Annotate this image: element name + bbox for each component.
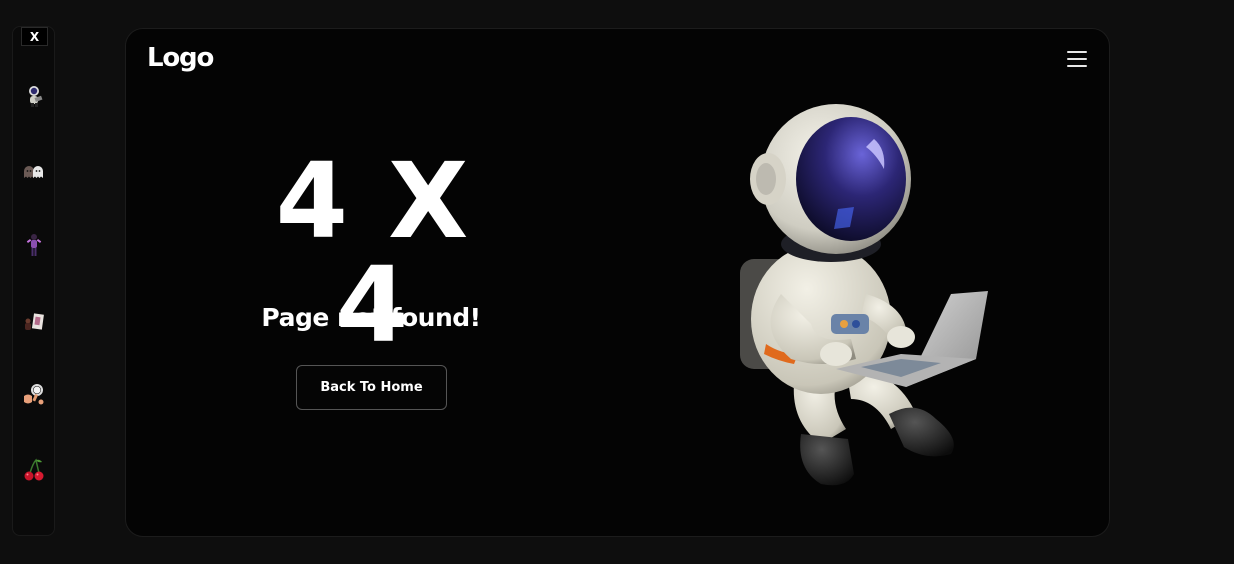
thumbnail-ghosts[interactable]	[19, 157, 49, 187]
astronaut-illustration	[740, 104, 988, 486]
error-subtitle: Page not found!	[261, 303, 481, 332]
thumbnail-figure-card[interactable]	[19, 307, 49, 337]
thumbnail-character[interactable]	[19, 230, 49, 260]
back-to-home-button[interactable]: Back To Home	[296, 365, 447, 410]
not-found-card: Logo 4 X 4 Page not found! Back To Home	[125, 28, 1110, 537]
figure-card-thumb-icon	[25, 313, 44, 330]
character-thumb-icon	[26, 234, 42, 256]
ghosts-thumb-icon	[24, 166, 43, 178]
hamburger-menu-icon[interactable]	[1067, 51, 1087, 69]
hand-magnifier-thumb-icon	[24, 384, 44, 405]
logo[interactable]: Logo	[147, 43, 214, 73]
cherry-thumb-icon	[24, 458, 44, 481]
thumbnail-astronaut[interactable]	[19, 81, 49, 111]
astronaut-thumb-icon	[29, 86, 43, 107]
thumbnail-cherry[interactable]	[19, 455, 49, 485]
thumbnail-sidebar: X	[12, 26, 55, 536]
thumbnail-hand-magnifier[interactable]	[19, 380, 49, 410]
close-button[interactable]: X	[21, 27, 48, 46]
